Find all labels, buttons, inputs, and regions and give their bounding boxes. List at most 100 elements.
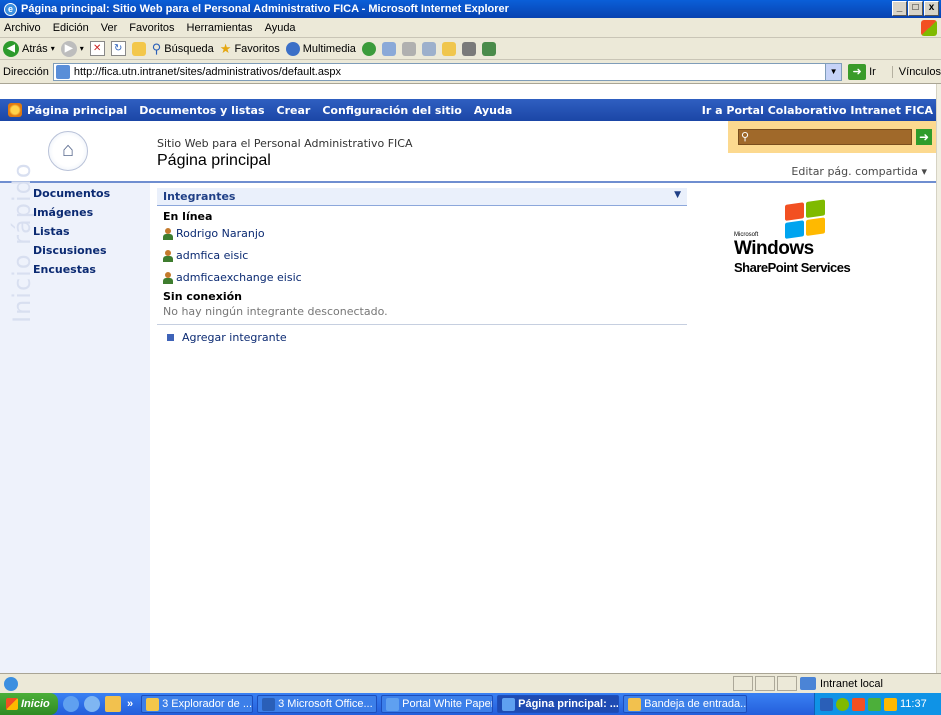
menu-ver[interactable]: Ver xyxy=(101,22,118,34)
task-explorador[interactable]: 3 Explorador de ... xyxy=(141,695,254,713)
go-button[interactable]: ➜ Ir xyxy=(848,63,876,80)
quick-launch-watermark: Inicio rápido xyxy=(2,162,36,343)
site-home-icon[interactable]: ⌂ xyxy=(48,131,88,171)
member-item[interactable]: Rodrigo Naranjo xyxy=(163,227,687,240)
address-bar: Dirección http://fica.utn.intranet/sites… xyxy=(0,60,941,84)
nav-documentos-y-listas[interactable]: Documentos y listas xyxy=(139,104,264,117)
task-office[interactable]: 3 Microsoft Office... xyxy=(257,695,378,713)
search-icon: ⚲ xyxy=(151,40,162,56)
ql-listas[interactable]: Listas xyxy=(33,225,70,238)
members-web-part: Integrantes ▼ En línea Rodrigo Naranjo a… xyxy=(157,188,687,344)
status-cells xyxy=(733,676,797,691)
ql-imagenes[interactable]: Imágenes xyxy=(33,206,93,219)
ie-quicklaunch-icon[interactable] xyxy=(63,696,79,712)
zone-label: Intranet local xyxy=(820,677,883,690)
back-label: Atrás xyxy=(22,42,48,55)
web-part-menu-icon[interactable]: ▼ xyxy=(674,190,681,200)
logo-windows-text: Windows xyxy=(734,238,814,259)
history-icon[interactable] xyxy=(361,41,376,56)
update-icon[interactable] xyxy=(884,697,897,711)
go-arrow-icon: ➜ xyxy=(848,63,867,80)
portal-link[interactable]: Ir a Portal Colaborativo Intranet FICA xyxy=(702,104,933,117)
sharepoint-home-icon xyxy=(8,103,22,117)
media-button[interactable]: Multimedia xyxy=(285,41,356,56)
site-name: Sitio Web para el Personal Administrativ… xyxy=(157,137,413,150)
messenger-icon[interactable] xyxy=(868,697,881,711)
window-title: Página principal: Sitio Web para el Pers… xyxy=(21,3,509,15)
menu-edicion[interactable]: Edición xyxy=(53,22,89,34)
folder-icon xyxy=(146,697,160,711)
folder-icon[interactable] xyxy=(441,41,456,56)
outlook-quicklaunch-icon[interactable] xyxy=(84,696,100,712)
menu-archivo[interactable]: Archivo xyxy=(4,22,41,34)
standard-toolbar: ◀ Atrás ▾ ▶ ▾ ✕ ↻ ⚲ Búsqueda ★ Favoritos… xyxy=(0,38,941,60)
window-controls: _ □ x xyxy=(892,1,939,16)
nav-pagina-principal[interactable]: Página principal xyxy=(27,104,127,117)
task-bandeja-de-entrada[interactable]: Bandeja de entrada... xyxy=(623,695,748,713)
maximize-button[interactable]: □ xyxy=(908,1,923,16)
address-dropdown-icon[interactable]: ▼ xyxy=(825,63,842,80)
menu-ayuda[interactable]: Ayuda xyxy=(265,22,296,34)
status-cell xyxy=(733,676,753,691)
refresh-icon[interactable]: ↻ xyxy=(110,41,126,56)
offline-empty-message: No hay ningún integrante desconectado. xyxy=(163,305,388,318)
clock[interactable]: 11:37 xyxy=(900,698,927,710)
ql-encuestas[interactable]: Encuestas xyxy=(33,263,96,276)
back-button[interactable]: ◀ Atrás ▾ xyxy=(3,40,55,57)
search-go-button[interactable]: ➜ xyxy=(916,129,932,145)
edit-icon[interactable] xyxy=(421,41,436,56)
start-button[interactable]: Inicio xyxy=(0,693,58,715)
nav-configuracion-del-sitio[interactable]: Configuración del sitio xyxy=(322,104,462,117)
favorites-button[interactable]: ★ Favoritos xyxy=(220,41,280,57)
go-label: Ir xyxy=(869,65,876,78)
user-icon xyxy=(163,249,173,262)
stop-icon[interactable]: ✕ xyxy=(89,41,105,56)
media-icon xyxy=(285,41,300,56)
nav-crear[interactable]: Crear xyxy=(277,104,311,117)
minimize-button[interactable]: _ xyxy=(892,1,907,16)
add-member-link[interactable]: Agregar integrante xyxy=(167,331,687,344)
menu-favoritos[interactable]: Favoritos xyxy=(129,22,174,34)
quicklaunch-overflow-button[interactable]: » xyxy=(127,698,133,710)
page-icon xyxy=(55,64,70,79)
research-icon[interactable] xyxy=(461,41,476,56)
ql-discusiones[interactable]: Discusiones xyxy=(33,244,107,257)
language-icon[interactable] xyxy=(820,697,833,711)
members-header: Integrantes ▼ xyxy=(157,188,687,206)
window-title-bar[interactable]: e Página principal: Sitio Web para el Pe… xyxy=(0,0,941,18)
security-zone[interactable]: Intranet local xyxy=(800,677,883,690)
site-search-input[interactable]: ⚲ xyxy=(738,129,912,145)
security-icon[interactable] xyxy=(852,697,865,711)
ql-documentos[interactable]: Documentos xyxy=(33,187,110,200)
menu-herramientas[interactable]: Herramientas xyxy=(187,22,253,34)
member-item[interactable]: admficaexchange eisic xyxy=(163,271,687,284)
members-divider xyxy=(157,324,687,325)
edit-shared-page-menu[interactable]: Editar pág. compartida ▾ xyxy=(791,165,927,178)
task-portal-white-paper[interactable]: Portal White Paper ... xyxy=(381,695,494,713)
member-name: admfica eisic xyxy=(176,249,249,262)
members-title[interactable]: Integrantes xyxy=(163,190,235,203)
search-button[interactable]: ⚲ Búsqueda xyxy=(152,41,214,57)
mail-icon[interactable] xyxy=(381,41,396,56)
home-icon[interactable] xyxy=(131,41,146,56)
links-toolbar[interactable]: Vínculos xyxy=(891,65,941,78)
nav-ayuda[interactable]: Ayuda xyxy=(474,104,512,117)
calendar-quicklaunch-icon[interactable] xyxy=(105,696,121,712)
vertical-scrollbar[interactable] xyxy=(936,84,941,673)
word-icon xyxy=(262,697,276,711)
address-input[interactable]: http://fica.utn.intranet/sites/administr… xyxy=(52,62,843,81)
dropdown-arrow-icon: ▾ xyxy=(79,44,84,53)
intranet-zone-icon xyxy=(800,677,816,690)
print-icon[interactable] xyxy=(401,41,416,56)
network-icon[interactable] xyxy=(836,697,849,711)
ie-icon xyxy=(386,697,400,711)
system-tray: 11:37 xyxy=(814,693,941,715)
windows-logo-icon xyxy=(6,698,18,710)
forward-button[interactable]: ▶ ▾ xyxy=(60,40,84,57)
messenger-icon[interactable] xyxy=(481,41,496,56)
close-button[interactable]: x xyxy=(924,1,939,16)
dropdown-arrow-icon: ▾ xyxy=(50,44,55,53)
logo-product-text: SharePoint Services xyxy=(734,260,851,275)
member-item[interactable]: admfica eisic xyxy=(163,249,687,262)
task-pagina-principal[interactable]: Página principal: ... xyxy=(497,695,620,713)
